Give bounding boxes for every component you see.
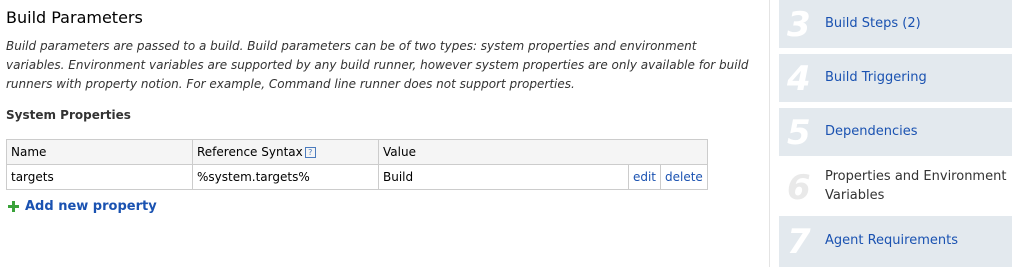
page-title: Build Parameters [6, 8, 143, 27]
property-name-cell: targets [6, 164, 193, 190]
description-line: runners with property notion. For exampl… [6, 77, 575, 91]
steps-sidebar: 3 Build Steps (2) 4 Build Triggering 5 D… [779, 0, 1012, 267]
step-dependencies[interactable]: 5 Dependencies [779, 108, 1012, 156]
column-header-reference-label: Reference Syntax [197, 145, 303, 159]
step-label[interactable]: Build Triggering [825, 68, 927, 87]
step-label: Properties and Environment Variables [825, 167, 1006, 205]
help-icon[interactable]: ? [304, 147, 316, 158]
edit-link[interactable]: edit [633, 170, 656, 184]
delete-link[interactable]: delete [665, 170, 703, 184]
column-header-reference: Reference Syntax? [192, 139, 379, 165]
properties-table: Name Reference Syntax? Value targets %sy… [6, 139, 708, 190]
column-header-value: Value [378, 139, 708, 165]
step-label[interactable]: Build Steps (2) [825, 14, 921, 33]
description: Build parameters are passed to a build. … [6, 37, 751, 94]
section-title: System Properties [6, 108, 131, 122]
table-row: targets %system.targets% Build edit dele… [6, 164, 708, 190]
plus-icon [8, 201, 19, 212]
column-header-name: Name [6, 139, 193, 165]
main-content: Build Parameters Build parameters are pa… [0, 0, 770, 267]
add-property-button[interactable]: Add new property [8, 199, 157, 214]
description-line: variables. Environment variables are sup… [6, 58, 749, 72]
step-build-triggering[interactable]: 4 Build Triggering [779, 54, 1012, 102]
step-number: 7 [787, 222, 811, 262]
step-build-steps[interactable]: 3 Build Steps (2) [779, 0, 1012, 48]
property-reference-cell: %system.targets% [192, 164, 379, 190]
step-label-line: Variables [825, 188, 885, 203]
step-number: 3 [787, 5, 811, 45]
step-number: 4 [787, 59, 811, 99]
add-property-label[interactable]: Add new property [25, 199, 157, 214]
step-number: 5 [787, 113, 811, 153]
table-header-row: Name Reference Syntax? Value [6, 139, 708, 165]
step-label[interactable]: Dependencies [825, 122, 918, 141]
step-label-line: Properties and Environment [825, 169, 1007, 184]
step-properties-current: 6 Properties and Environment Variables [779, 162, 1012, 212]
delete-cell: delete [660, 164, 708, 190]
edit-cell: edit [627, 164, 662, 190]
property-value-cell: Build [378, 164, 629, 190]
step-number: 6 [787, 168, 811, 208]
description-line: Build parameters are passed to a build. … [6, 39, 697, 53]
step-label[interactable]: Agent Requirements [825, 231, 958, 250]
step-agent-requirements[interactable]: 7 Agent Requirements [779, 216, 1012, 267]
